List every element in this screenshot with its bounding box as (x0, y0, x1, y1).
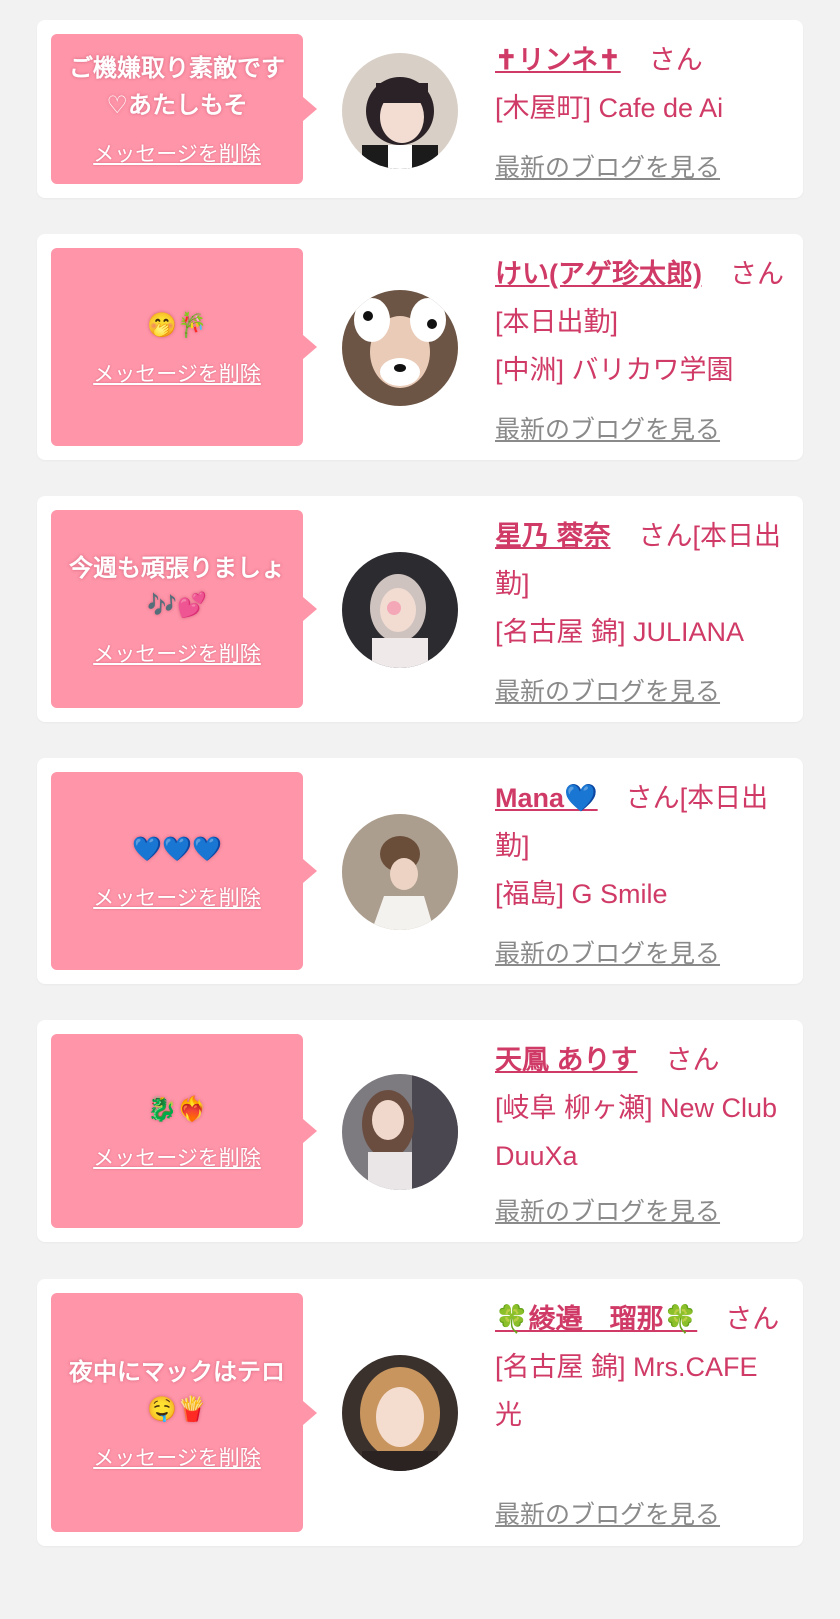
name-line: 天鳳 ありす さん (495, 1036, 787, 1084)
name-line: 星乃 蓉奈 さん[本日出勤] (495, 512, 787, 608)
girl-name-link[interactable]: Mana💙 (495, 783, 598, 813)
message-bubble: 🤭🎋 メッセージを削除 (51, 248, 317, 446)
latest-blog-link[interactable]: 最新のブログを見る (495, 410, 720, 446)
shop-name: [名古屋 錦] JULIANA (495, 617, 745, 647)
honorific: さん (729, 259, 784, 289)
message-bubble: 🐉❤️‍🔥 メッセージを削除 (51, 1034, 317, 1228)
message-card: 🤭🎋 メッセージを削除 けい(アゲ珍太郎) さん [本日出勤] [中洲] バリカワ学… (37, 234, 803, 460)
girl-info: 星乃 蓉奈 さん[本日出勤] [名古屋 錦] JULIANA (495, 512, 787, 656)
girl-name-link[interactable]: 天鳳 ありす (495, 1045, 638, 1075)
avatar[interactable] (342, 290, 458, 406)
latest-blog-link[interactable]: 最新のブログを見る (495, 934, 720, 970)
delete-message-link[interactable]: メッセージを削除 (93, 1442, 261, 1472)
shop-name: [名古屋 錦] Mrs.CAFE 光 (495, 1352, 758, 1430)
message-text: 💙💙💙 (132, 834, 222, 863)
avatar[interactable] (342, 814, 458, 930)
girl-name-link[interactable]: 星乃 蓉奈 (495, 521, 611, 551)
honorific: さん (648, 45, 703, 75)
avatar[interactable] (342, 1355, 458, 1471)
avatar[interactable] (342, 552, 458, 668)
girl-info: Mana💙 さん[本日出勤] [福島] G Smile (495, 774, 787, 918)
shop-name: [木屋町] Cafe de Ai (495, 93, 724, 123)
girl-info: 🍀綾邉 瑠那🍀 さん [名古屋 錦] Mrs.CAFE 光 (495, 1295, 787, 1439)
delete-message-link[interactable]: メッセージを削除 (93, 1142, 261, 1172)
message-card: 今週も頑張りましょ 🎶💕 メッセージを削除 星乃 蓉奈 さん[本日出勤] [名古屋… (37, 496, 803, 722)
message-text: ご機嫌取り素敵です♡あたしもそ (69, 54, 285, 119)
girl-name-link[interactable]: ✝︎リンネ✝︎ (495, 45, 621, 75)
message-bubble: ご機嫌取り素敵です♡あたしもそ メッセージを削除 (51, 34, 317, 184)
message-card: 💙💙💙 メッセージを削除 Mana💙 さん[本日出勤] [福島] G Smile … (37, 758, 803, 984)
message-bubble: 💙💙💙 メッセージを削除 (51, 772, 317, 970)
delete-message-link[interactable]: メッセージを削除 (93, 358, 261, 388)
avatar[interactable] (342, 53, 458, 169)
latest-blog-link[interactable]: 最新のブログを見る (495, 1495, 720, 1531)
avatar[interactable] (342, 1074, 458, 1190)
latest-blog-link[interactable]: 最新のブログを見る (495, 1192, 720, 1228)
girl-name-link[interactable]: 🍀綾邉 瑠那🍀 (495, 1304, 697, 1334)
honorific: さん (725, 1304, 780, 1334)
name-line: 🍀綾邉 瑠那🍀 さん (495, 1295, 787, 1343)
message-card: 🐉❤️‍🔥 メッセージを削除 天鳳 ありす さん [岐阜 柳ヶ瀬] New Clu… (37, 1020, 803, 1242)
honorific: さん (638, 521, 693, 551)
name-line: ✝︎リンネ✝︎ さん (495, 36, 787, 84)
delete-message-link[interactable]: メッセージを削除 (93, 638, 261, 668)
message-card: 夜中にマックはテロ🤤🍟 メッセージを削除 🍀綾邉 瑠那🍀 さん [名古屋 錦] M… (37, 1279, 803, 1546)
message-text: 夜中にマックはテロ🤤🍟 (69, 1357, 285, 1423)
girl-name-link[interactable]: けい(アゲ珍太郎) (495, 259, 702, 289)
delete-message-link[interactable]: メッセージを削除 (93, 138, 261, 168)
message-text: 🐉❤️‍🔥 (147, 1094, 207, 1123)
latest-blog-link[interactable]: 最新のブログを見る (495, 148, 720, 184)
latest-blog-link[interactable]: 最新のブログを見る (495, 672, 720, 708)
delete-message-link[interactable]: メッセージを削除 (93, 882, 261, 912)
name-line: Mana💙 さん[本日出勤] (495, 774, 787, 870)
shop-name: [中洲] バリカワ学園 (495, 355, 734, 385)
girl-info: ✝︎リンネ✝︎ さん [木屋町] Cafe de Ai (495, 36, 787, 132)
shop-name: [福島] G Smile (495, 879, 668, 909)
shop-name: [岐阜 柳ヶ瀬] New Club DuuXa (495, 1093, 778, 1171)
message-text: 今週も頑張りましょ 🎶💕 (69, 554, 285, 619)
name-line: けい(アゲ珍太郎) さん [本日出勤] (495, 250, 787, 346)
message-bubble: 今週も頑張りましょ 🎶💕 メッセージを削除 (51, 510, 317, 708)
message-card: ご機嫌取り素敵です♡あたしもそ メッセージを削除 ✝︎リンネ✝︎ さん [木屋町]… (37, 20, 803, 198)
message-bubble: 夜中にマックはテロ🤤🍟 メッセージを削除 (51, 1293, 317, 1532)
honorific: さん (625, 783, 680, 813)
message-text: 🤭🎋 (147, 310, 207, 339)
work-status: [本日出勤] (495, 307, 619, 337)
girl-info: 天鳳 ありす さん [岐阜 柳ヶ瀬] New Club DuuXa (495, 1036, 787, 1180)
honorific: さん (665, 1045, 720, 1075)
message-list: ご機嫌取り素敵です♡あたしもそ メッセージを削除 ✝︎リンネ✝︎ さん [木屋町]… (0, 0, 840, 1619)
girl-info: けい(アゲ珍太郎) さん [本日出勤] [中洲] バリカワ学園 (495, 250, 787, 394)
